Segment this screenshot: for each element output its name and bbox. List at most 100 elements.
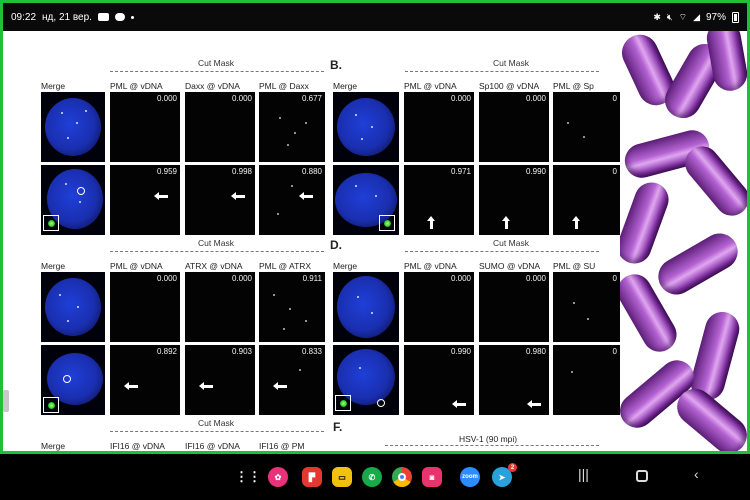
green-inset [335,395,351,411]
merge-image [333,272,399,342]
colocalization-value: 0.971 [450,167,471,176]
home-button[interactable] [636,470,648,482]
focus-speck [567,122,569,124]
edge-panel-handle[interactable] [3,390,9,412]
merge-image [41,92,105,162]
arrow-icon [572,216,580,229]
focus-speck [76,122,78,124]
cloud-icon [114,13,125,21]
focus-speck [279,117,281,119]
battery-icon [732,11,739,23]
focus-speck [305,122,307,124]
recent-apps-button[interactable]: ||| [578,466,589,482]
phone-icon[interactable]: ✆ [362,467,382,487]
cut-mask-line-c [110,251,324,252]
focus-speck [65,183,67,185]
channel-image: 0.000 [479,272,549,342]
cut-mask-title-c: Cut Mask [198,238,234,248]
colocalization-value: 0.990 [525,167,546,176]
telegram-badge: 2 [508,463,517,472]
wifi-icon: ⌔ [678,11,688,22]
panel-label-d: D. [330,238,342,252]
channel-image: 0 [553,345,620,415]
channel-image: 0.892 [110,345,180,415]
focus-speck [355,114,357,116]
channel-image: 0.677 [259,92,325,162]
header-sumo-vdna-d: SUMO @ vDNA [479,261,541,271]
header-daxx-vdna-a: Daxx @ vDNA [185,81,240,91]
arrow-icon [273,382,287,390]
focus-speck [371,126,373,128]
merge-image [333,345,399,415]
colocalization-value: 0 [612,347,617,356]
signal-icon: ◢ [693,11,700,22]
header-ifi16-pm-e: IFI16 @ PM [259,441,305,451]
bacterium [678,139,747,223]
arrow-icon [452,400,466,408]
focus-speck [289,308,291,310]
panel-label-b: B. [330,58,342,72]
focus-speck [355,185,357,187]
status-date: нд, 21 вер. [42,11,92,23]
focus-speck [583,136,585,138]
flipboard-icon[interactable]: ▛ [302,467,322,487]
cut-mask-line-e [110,431,324,432]
channel-image: 0.880 [259,165,325,235]
merge-image [41,345,105,415]
header-pml-vdna-a: PML @ vDNA [110,81,163,91]
zoom-icon[interactable]: zoom [460,467,480,487]
header-merge-a: Merge [41,81,66,91]
arrow-icon [231,192,245,200]
youtube-icon [97,13,109,21]
channel-image: 0 [553,92,620,162]
flower-app-icon[interactable]: ✿ [268,467,288,487]
colocalization-value: 0.000 [156,94,177,103]
header-atrx-vdna-c: ATRX @ vDNA [185,261,243,271]
channel-image: 0.971 [404,165,474,235]
colocalization-value: 0.903 [231,347,252,356]
apps-grid-icon[interactable]: ⋮⋮ [235,467,261,487]
header-ifi16-vdna-e: IFI16 @ vDNA [110,441,165,451]
screen-recorder-icon[interactable]: ◙ [422,467,442,487]
header-pml-sp-b: PML @ Sp [553,81,594,91]
nucleus [337,98,395,156]
arrow-icon [154,192,168,200]
colocalization-value: 0.000 [450,94,471,103]
colocalization-value: 0.880 [301,167,322,176]
header-merge-d: Merge [333,261,358,271]
nucleus [45,98,101,156]
back-button[interactable]: ‹ [694,466,699,482]
battery-percent: 97% [705,11,726,23]
colocalization-value: 0.000 [525,274,546,283]
header-sp100-vdna-b: Sp100 @ vDNA [479,81,540,91]
cut-mask-title-d: Cut Mask [493,238,529,248]
focus-speck [357,296,359,298]
focus-speck [305,320,307,322]
focus-speck [85,110,87,112]
focus-speck [67,137,69,139]
cut-mask-line-a [110,71,324,72]
header-merge-e: Merge [41,441,66,451]
bacterium [620,177,674,269]
header-pml-su-d: PML @ SU [553,261,596,271]
cut-mask-title-b: Cut Mask [493,58,529,68]
channel-image: 0.000 [185,92,255,162]
channel-image: 0.833 [259,345,325,415]
cut-mask-title-a: Cut Mask [198,58,234,68]
merge-image [41,272,105,342]
colocalization-value: 0.000 [231,274,252,283]
arrow-icon [427,216,435,229]
colocalization-value: 0.000 [156,274,177,283]
colocalization-value: 0 [612,94,617,103]
notes-icon[interactable]: ▭ [332,467,352,487]
telegram-icon[interactable]: ➤ 2 [492,463,517,487]
header-merge-b: Merge [333,81,358,91]
chrome-icon[interactable] [392,467,412,487]
colocalization-value: 0.000 [231,94,252,103]
channel-image: 0.990 [479,165,549,235]
bluetooth-icon: ✱ [653,11,661,22]
colocalization-value: 0.959 [156,167,177,176]
panel-label-f: F. [333,420,343,434]
colocalization-value: 0 [612,167,617,176]
channel-image: 0.959 [110,165,180,235]
